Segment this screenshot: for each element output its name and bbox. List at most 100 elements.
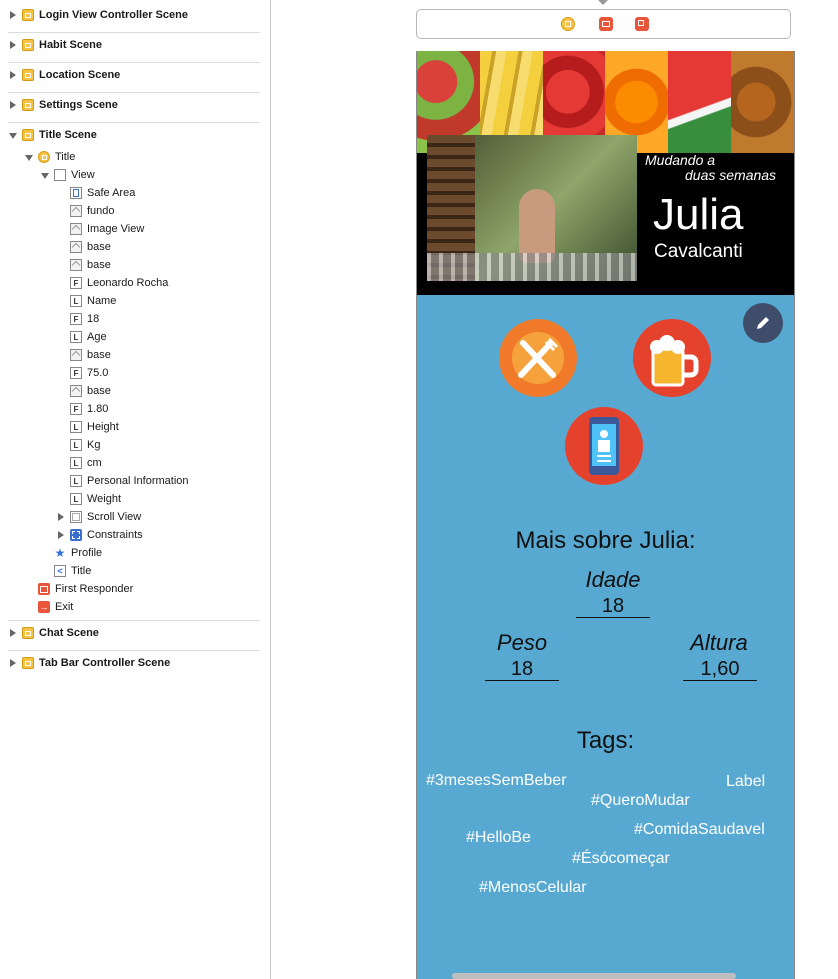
disclosure-icon[interactable] bbox=[9, 131, 17, 139]
disclosure-icon[interactable] bbox=[9, 629, 17, 637]
first-responder-icon[interactable] bbox=[599, 17, 613, 31]
disclosure-icon[interactable] bbox=[9, 41, 17, 49]
divider bbox=[8, 92, 260, 93]
tag-label[interactable]: #ComidaSaudavel bbox=[634, 821, 765, 839]
outline-item[interactable]: L Age bbox=[70, 328, 107, 346]
exit-icon: → bbox=[38, 601, 50, 613]
disclosure-icon[interactable] bbox=[9, 101, 17, 109]
tag-label[interactable]: #Ésócomeçar bbox=[572, 850, 670, 868]
tag-label[interactable]: #HelloBe bbox=[466, 829, 531, 847]
outline-item[interactable]: F 1.80 bbox=[70, 400, 108, 418]
smartphone-icon[interactable] bbox=[565, 407, 643, 485]
divider bbox=[8, 122, 260, 123]
fork-knife-icon bbox=[512, 332, 564, 384]
text-field-icon: F bbox=[70, 313, 82, 325]
height-value[interactable]: 1,60 bbox=[683, 658, 757, 681]
storyboard-canvas[interactable]: Mudando a duas semanas Julia Cavalcanti bbox=[271, 0, 838, 979]
canvas-arrow-icon bbox=[598, 0, 608, 5]
scene-login[interactable]: Login View Controller Scene bbox=[9, 6, 188, 24]
exit-icon[interactable] bbox=[635, 17, 649, 31]
scene-settings[interactable]: Settings Scene bbox=[9, 96, 118, 114]
weight-label: Peso bbox=[496, 630, 548, 655]
scene-title[interactable]: Title Scene bbox=[9, 126, 97, 144]
image-view-icon bbox=[70, 349, 82, 361]
disclosure-icon[interactable] bbox=[57, 513, 65, 521]
scene-icon bbox=[22, 627, 34, 639]
outline-title-segue[interactable]: < Title bbox=[54, 562, 91, 580]
text-field-icon: F bbox=[70, 403, 82, 415]
divider bbox=[8, 62, 260, 63]
height-label: Altura bbox=[690, 630, 748, 655]
outline-view[interactable]: View bbox=[41, 166, 95, 184]
outline-item[interactable]: F 18 bbox=[70, 310, 99, 328]
outline-constraints[interactable]: Constraints bbox=[57, 526, 143, 544]
edit-button[interactable] bbox=[743, 303, 783, 343]
outline-item[interactable]: Safe Area bbox=[70, 184, 135, 202]
tag-label[interactable]: #3mesesSemBeber bbox=[426, 772, 567, 790]
outline-item[interactable]: base bbox=[70, 256, 111, 274]
more-about-title: Mais sobre Julia: bbox=[515, 527, 696, 554]
star-icon: ★ bbox=[54, 546, 66, 560]
outline-item[interactable]: fundo bbox=[70, 202, 115, 220]
outline-scroll-view[interactable]: Scroll View bbox=[57, 508, 141, 526]
image-view-icon bbox=[70, 259, 82, 271]
outline-item[interactable]: Image View bbox=[70, 220, 144, 238]
outline-item[interactable]: L Weight bbox=[70, 490, 121, 508]
mobile-phone-icon bbox=[589, 417, 619, 475]
scene-location[interactable]: Location Scene bbox=[9, 66, 120, 84]
scene-habit[interactable]: Habit Scene bbox=[9, 36, 102, 54]
image-view-icon bbox=[70, 223, 82, 235]
divider bbox=[8, 650, 260, 651]
label-icon: L bbox=[70, 475, 82, 487]
text-field-icon: F bbox=[70, 367, 82, 379]
weight-value[interactable]: 18 bbox=[485, 658, 559, 681]
outline-item[interactable]: L Kg bbox=[70, 436, 100, 454]
outline-item[interactable]: F 75.0 bbox=[70, 364, 108, 382]
beer-icon[interactable] bbox=[633, 319, 711, 397]
image-view-icon bbox=[70, 241, 82, 253]
outline-profile[interactable]: ★ Profile bbox=[54, 544, 103, 562]
tag-label[interactable]: #QueroMudar bbox=[591, 792, 690, 810]
scene-icon bbox=[22, 129, 34, 141]
view-controller-icon[interactable] bbox=[561, 17, 575, 31]
disclosure-icon[interactable] bbox=[25, 153, 33, 161]
outline-item[interactable]: L Height bbox=[70, 418, 119, 436]
outline-exit[interactable]: → Exit bbox=[38, 598, 73, 616]
disclosure-icon[interactable] bbox=[9, 659, 17, 667]
tag-label[interactable]: Label bbox=[726, 773, 765, 791]
scene-dock bbox=[416, 9, 791, 39]
label-icon: L bbox=[70, 331, 82, 343]
disclosure-icon[interactable] bbox=[57, 531, 65, 539]
outline-item[interactable]: L Personal Information bbox=[70, 472, 189, 490]
outline-item[interactable]: base bbox=[70, 346, 111, 364]
tag-label[interactable]: #MenosCelular bbox=[479, 879, 587, 897]
disclosure-icon[interactable] bbox=[41, 171, 49, 179]
scene-tab-bar[interactable]: Tab Bar Controller Scene bbox=[9, 654, 170, 672]
outline-item[interactable]: Lcm bbox=[70, 454, 102, 472]
outline-item[interactable]: base bbox=[70, 382, 111, 400]
view-controller-icon bbox=[38, 151, 50, 163]
scene-icon bbox=[22, 9, 34, 21]
age-value[interactable]: 18 bbox=[576, 595, 650, 618]
scene-icon bbox=[22, 99, 34, 111]
outline-item[interactable]: base bbox=[70, 238, 111, 256]
outline-first-responder[interactable]: First Responder bbox=[38, 580, 133, 598]
label-icon: L bbox=[70, 421, 82, 433]
document-outline: Login View Controller Scene Habit Scene … bbox=[0, 0, 271, 979]
label-icon: L bbox=[70, 493, 82, 505]
horizontal-scrollbar[interactable] bbox=[452, 973, 736, 979]
outline-title-vc[interactable]: Title bbox=[25, 148, 75, 166]
scene-chat[interactable]: Chat Scene bbox=[9, 624, 99, 642]
label-icon: L bbox=[70, 439, 82, 451]
disclosure-icon[interactable] bbox=[9, 11, 17, 19]
view-icon bbox=[54, 169, 66, 181]
first-name-label: Julia bbox=[653, 190, 744, 239]
outline-item[interactable]: F Leonardo Rocha bbox=[70, 274, 168, 292]
profile-subtitle: Mudando a duas semanas bbox=[645, 152, 777, 183]
outline-item[interactable]: L Name bbox=[70, 292, 116, 310]
text-field-icon: F bbox=[70, 277, 82, 289]
food-icon[interactable] bbox=[499, 319, 577, 397]
tags-title: Tags: bbox=[576, 727, 635, 754]
profile-photo bbox=[427, 135, 637, 281]
disclosure-icon[interactable] bbox=[9, 71, 17, 79]
